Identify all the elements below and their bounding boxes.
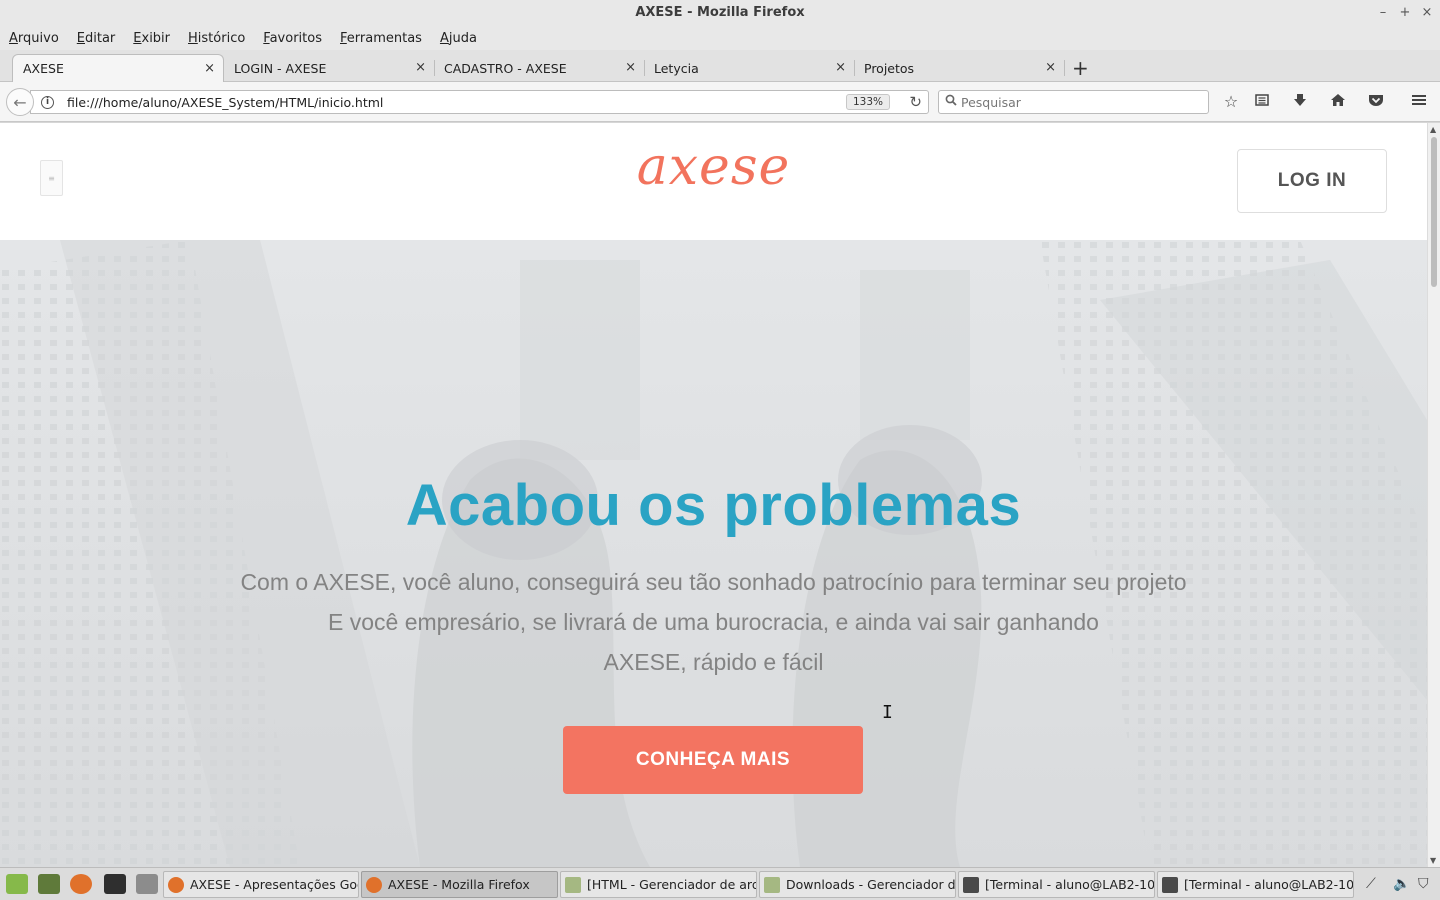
scroll-thumb[interactable] bbox=[1431, 137, 1437, 287]
window-controls: – + × bbox=[1376, 0, 1434, 26]
site-header: ≡ axese LOG IN bbox=[0, 123, 1427, 240]
back-button[interactable]: ← bbox=[6, 88, 34, 116]
menu-arquivo[interactable]: Arquivo bbox=[9, 31, 59, 46]
shield-icon[interactable]: ⛉ bbox=[1418, 876, 1429, 892]
new-tab-button[interactable]: + bbox=[1072, 56, 1089, 80]
menu-historico[interactable]: Histórico bbox=[188, 31, 245, 46]
tab-label: LOGIN - AXESE bbox=[234, 60, 327, 76]
files-launcher-icon[interactable] bbox=[136, 874, 158, 894]
taskbar-item-label: [HTML - Gerenciador de arq... bbox=[587, 877, 757, 892]
zoom-indicator[interactable]: 133% bbox=[845, 94, 890, 110]
search-icon bbox=[945, 94, 957, 110]
taskbar-item-label: Downloads - Gerenciador de... bbox=[786, 877, 956, 892]
tab-axese[interactable]: AXESE × bbox=[12, 54, 224, 82]
menu-favoritos[interactable]: Favoritos bbox=[263, 31, 322, 46]
bookmark-star-icon[interactable]: ☆ bbox=[1221, 92, 1241, 111]
reading-list-icon[interactable] bbox=[1252, 92, 1272, 111]
maximize-button[interactable]: + bbox=[1398, 0, 1412, 26]
menu-icon[interactable] bbox=[1409, 92, 1429, 111]
tab-projetos[interactable]: Projetos × bbox=[854, 54, 1064, 82]
tab-divider bbox=[1064, 60, 1065, 76]
home-icon[interactable] bbox=[1328, 92, 1348, 111]
reload-icon[interactable]: ↻ bbox=[909, 93, 922, 111]
firefox-icon bbox=[168, 876, 184, 893]
volume-icon[interactable]: 🔈 bbox=[1393, 876, 1410, 892]
terminal-launcher-icon[interactable] bbox=[104, 874, 126, 894]
taskbar: AXESE - Apresentações Goo... AXESE - Moz… bbox=[0, 867, 1440, 900]
vertical-scrollbar[interactable]: ▲ ▼ bbox=[1427, 123, 1440, 867]
taskbar-item-label: AXESE - Mozilla Firefox bbox=[388, 877, 530, 892]
menu-ajuda[interactable]: Ajuda bbox=[440, 31, 477, 46]
tab-label: AXESE bbox=[23, 61, 64, 76]
close-tab-icon[interactable]: × bbox=[415, 60, 426, 75]
tab-label: CADASTRO - AXESE bbox=[444, 60, 567, 76]
scroll-up-icon[interactable]: ▲ bbox=[1430, 125, 1436, 134]
text-cursor-icon: I bbox=[882, 702, 893, 723]
pocket-icon[interactable] bbox=[1366, 92, 1386, 111]
window-titlebar: AXESE - Mozilla Firefox – + × bbox=[0, 0, 1440, 26]
page-viewport: ≡ axese LOG IN Acabou os problemas Com o… bbox=[0, 123, 1427, 867]
downloads-icon[interactable] bbox=[1290, 92, 1310, 111]
nav-bar: i file:///home/aluno/AXESE_System/HTML/i… bbox=[0, 82, 1440, 122]
close-tab-icon[interactable]: × bbox=[835, 60, 846, 75]
hero-title: Acabou os problemas bbox=[405, 473, 1022, 538]
terminal-icon bbox=[963, 876, 979, 893]
taskbar-item[interactable]: AXESE - Apresentações Goo... bbox=[163, 871, 359, 898]
tab-label: Projetos bbox=[864, 60, 915, 76]
folder-icon bbox=[565, 876, 581, 893]
site-logo[interactable]: axese bbox=[0, 137, 1427, 197]
menu-ferramentas[interactable]: Ferramentas bbox=[340, 31, 422, 46]
tab-label: Letycia bbox=[654, 60, 699, 76]
tab-letycia[interactable]: Letycia × bbox=[644, 54, 854, 82]
login-button[interactable]: LOG IN bbox=[1237, 149, 1387, 213]
learn-more-button[interactable]: CONHEÇA MAIS bbox=[563, 726, 863, 794]
taskbar-item[interactable]: AXESE - Mozilla Firefox bbox=[361, 871, 558, 898]
hero-line-2: E você empresário, se livrará de uma bur… bbox=[328, 609, 1099, 635]
taskbar-item[interactable]: [Terminal - aluno@LAB2-10 ~] bbox=[958, 871, 1155, 898]
taskbar-item[interactable]: [Terminal - aluno@LAB2-10 ~] bbox=[1157, 871, 1354, 898]
tab-cadastro[interactable]: CADASTRO - AXESE × bbox=[434, 54, 644, 82]
hero-line-3: AXESE, rápido e fácil bbox=[603, 649, 824, 675]
url-text[interactable]: file:///home/aluno/AXESE_System/HTML/ini… bbox=[67, 95, 383, 110]
menu-editar[interactable]: Editar bbox=[77, 31, 116, 46]
hero-section: Acabou os problemas Com o AXESE, você al… bbox=[0, 240, 1427, 867]
close-tab-icon[interactable]: × bbox=[1045, 60, 1056, 75]
close-window-button[interactable]: × bbox=[1420, 0, 1434, 26]
info-icon[interactable]: i bbox=[41, 95, 54, 109]
firefox-icon bbox=[366, 876, 382, 893]
search-input[interactable]: Pesquisar bbox=[938, 90, 1209, 114]
network-icon[interactable]: ⟋ bbox=[1366, 876, 1376, 892]
minimize-button[interactable]: – bbox=[1376, 0, 1390, 26]
url-bar[interactable]: i file:///home/aluno/AXESE_System/HTML/i… bbox=[30, 90, 929, 114]
taskbar-item-label: [Terminal - aluno@LAB2-10 ~] bbox=[1184, 877, 1354, 892]
window-title: AXESE - Mozilla Firefox bbox=[635, 5, 805, 20]
search-placeholder: Pesquisar bbox=[961, 94, 1021, 110]
close-tab-icon[interactable]: × bbox=[625, 60, 636, 75]
tab-bar: AXESE × LOGIN - AXESE × CADASTRO - AXESE… bbox=[0, 50, 1440, 82]
menu-bar: Arquivo Editar Exibir Histórico Favorito… bbox=[0, 26, 1440, 50]
menu-exibir[interactable]: Exibir bbox=[133, 31, 170, 46]
terminal-icon bbox=[1162, 876, 1178, 893]
taskbar-item-label: [Terminal - aluno@LAB2-10 ~] bbox=[985, 877, 1155, 892]
taskbar-item[interactable]: [HTML - Gerenciador de arq... bbox=[560, 871, 757, 898]
show-desktop-icon[interactable] bbox=[38, 874, 60, 894]
firefox-launcher-icon[interactable] bbox=[70, 874, 92, 894]
mint-menu-icon[interactable] bbox=[6, 874, 28, 894]
tab-login[interactable]: LOGIN - AXESE × bbox=[224, 54, 434, 82]
back-arrow-icon: ← bbox=[13, 92, 27, 112]
scroll-down-icon[interactable]: ▼ bbox=[1430, 856, 1436, 865]
close-tab-icon[interactable]: × bbox=[204, 61, 215, 76]
folder-icon bbox=[764, 876, 780, 893]
hero-line-1: Com o AXESE, você aluno, conseguirá seu … bbox=[240, 569, 1187, 595]
taskbar-item[interactable]: Downloads - Gerenciador de... bbox=[759, 871, 956, 898]
taskbar-item-label: AXESE - Apresentações Goo... bbox=[190, 877, 359, 892]
